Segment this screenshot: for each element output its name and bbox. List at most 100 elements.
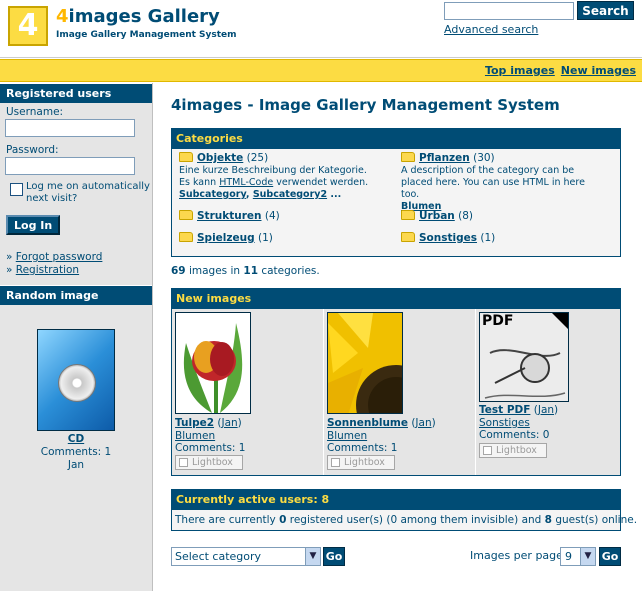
image-category-link[interactable]: Blumen (175, 430, 245, 443)
password-field[interactable] (5, 157, 135, 175)
category-urban: Urban (8) (401, 210, 473, 222)
category-count: (1) (257, 232, 273, 244)
main-content: 4images - Image Gallery Management Syste… (171, 83, 637, 569)
active-users-text: There are currently 0 registered user(s)… (172, 510, 637, 530)
login-button[interactable]: Log In (6, 215, 61, 235)
category-link[interactable]: Sonstiges (419, 232, 477, 244)
forgot-password-link[interactable]: Forgot password (16, 251, 103, 263)
lightbox-button[interactable]: Lightbox (479, 443, 547, 458)
password-label: Password: (6, 144, 59, 156)
image-user-link[interactable]: Jan (538, 404, 554, 416)
image-comments: Comments: 1 (175, 442, 246, 454)
lightbox-checkbox-icon (331, 458, 340, 467)
subcategory-link[interactable]: Subcategory (179, 189, 246, 200)
category-link[interactable]: Urban (419, 210, 455, 222)
image-comments: Comments: 0 (479, 429, 550, 441)
image-info: Sonnenblume (Jan) Blumen Comments: 1 (327, 417, 436, 454)
search-button[interactable]: Search (577, 1, 634, 20)
folder-icon (401, 152, 415, 162)
category-select[interactable]: Select category ▼ (171, 547, 321, 566)
sunflower-image (328, 313, 402, 413)
category-description: Eine kurze Beschreibung der Kategorie. E… (179, 165, 369, 188)
remember-me-checkbox[interactable] (10, 183, 23, 196)
lightbox-checkbox-icon (483, 446, 492, 455)
random-image-thumbnail[interactable] (37, 329, 115, 431)
account-links: » Forgot password » Registration (6, 251, 152, 277)
categories-panel: Categories Objekte (25) Eine kurze Besch… (171, 128, 621, 257)
subcategory2-link[interactable]: Subcategory2 (253, 189, 327, 200)
new-images-grid: Tulpe2 (Jan) Blumen Comments: 1 Lightbox (172, 309, 620, 475)
category-count: (4) (264, 210, 280, 222)
category-link[interactable]: Spielzeug (197, 232, 255, 244)
image-title-link[interactable]: Tulpe2 (175, 417, 214, 429)
image-info: Test PDF (Jan) Sonstiges Comments: 0 (479, 404, 559, 441)
image-title-link[interactable]: Sonnenblume (327, 417, 408, 429)
sunflower-thumbnail[interactable] (327, 312, 403, 414)
folder-icon (179, 232, 193, 242)
page-title: 4images - Image Gallery Management Syste… (171, 96, 560, 114)
advanced-search-link[interactable]: Advanced search (444, 23, 538, 36)
category-link[interactable]: Pflanzen (419, 152, 470, 164)
image-info: Tulpe2 (Jan) Blumen Comments: 1 (175, 417, 246, 454)
random-image-caption: CD Comments: 1 Jan (0, 433, 152, 472)
images-per-page-label: Images per page: (470, 549, 567, 562)
top-images-link[interactable]: Top images (485, 64, 555, 77)
chevron-down-icon: ▼ (580, 548, 595, 565)
category-link[interactable]: Strukturen (197, 210, 262, 222)
category-link[interactable]: Objekte (197, 152, 243, 164)
category-count: (30) (473, 152, 495, 164)
sidebar: Registered users Username: Password: Log… (0, 83, 153, 591)
top-links: Top images New images (479, 64, 636, 77)
bullet: » (6, 251, 16, 263)
search-input[interactable] (444, 2, 574, 20)
chevron-down-icon: ▼ (305, 548, 320, 565)
html-code-link[interactable]: HTML-Code (219, 177, 273, 188)
site-logo[interactable]: 4 4images Gallery Image Gallery Manageme… (8, 6, 237, 46)
pdf-label: PDF (482, 313, 514, 329)
category-spielzeug: Spielzeug (1) (179, 232, 273, 244)
lightbox-button[interactable]: Lightbox (175, 455, 243, 470)
remember-me-label: Log me on automatically next visit? (26, 181, 150, 204)
image-user-link[interactable]: Jan (415, 417, 431, 429)
categories-heading: Categories (172, 129, 620, 149)
lightbox-button[interactable]: Lightbox (327, 455, 395, 470)
image-cell: Tulpe2 (Jan) Blumen Comments: 1 Lightbox (172, 309, 324, 475)
image-user-link[interactable]: Jan (221, 417, 237, 429)
remember-me-row: Log me on automatically next visit? (8, 181, 152, 207)
active-users-panel: Currently active users: 8 There are curr… (171, 489, 637, 531)
image-title-link[interactable]: Test PDF (479, 404, 530, 416)
cd-disc-icon (58, 364, 96, 402)
category-objekte: Objekte (25) Eine kurze Beschreibung der… (179, 152, 379, 200)
logo-mark: 4 (8, 6, 48, 46)
image-category-link[interactable]: Sonstiges (479, 417, 558, 430)
username-field[interactable] (5, 119, 135, 137)
header: 4 4images Gallery Image Gallery Manageme… (0, 0, 642, 58)
logo-subtitle: Image Gallery Management System (56, 30, 237, 40)
category-sonstiges: Sonstiges (1) (401, 232, 495, 244)
tulip-thumbnail[interactable] (175, 312, 251, 414)
category-go-button[interactable]: Go (323, 547, 345, 566)
image-category-link[interactable]: Blumen (327, 430, 436, 443)
random-image-title[interactable]: CD (0, 433, 152, 446)
per-page-go-button[interactable]: Go (599, 547, 621, 566)
registration-link[interactable]: Registration (16, 264, 79, 276)
username-label: Username: (6, 106, 64, 118)
category-count: (8) (458, 210, 473, 222)
category-count: (25) (246, 152, 269, 164)
random-image-user: Jan (67, 459, 85, 471)
random-image-comments: Comments: 1 (40, 446, 112, 458)
category-count: (1) (480, 232, 496, 244)
new-images-link[interactable]: New images (561, 64, 636, 77)
folder-icon (179, 210, 193, 220)
new-images-heading: New images (172, 289, 620, 309)
pdf-thumbnail[interactable]: PDF (479, 312, 569, 402)
tulip-image (176, 313, 250, 413)
image-cell: Sonnenblume (Jan) Blumen Comments: 1 Lig… (324, 309, 476, 475)
top-navigation-bar: Top images New images (0, 59, 642, 82)
new-images-panel: New images Tulpe2 (Jan) Blumen Comments:… (171, 288, 621, 476)
random-image-heading: Random image (0, 285, 152, 305)
folder-icon (179, 152, 193, 162)
active-users-heading: Currently active users: 8 (172, 490, 620, 510)
bottom-controls: Select category ▼ Go Images per page: 9 ▼ … (171, 547, 621, 569)
images-per-page-select[interactable]: 9 ▼ (560, 547, 596, 566)
